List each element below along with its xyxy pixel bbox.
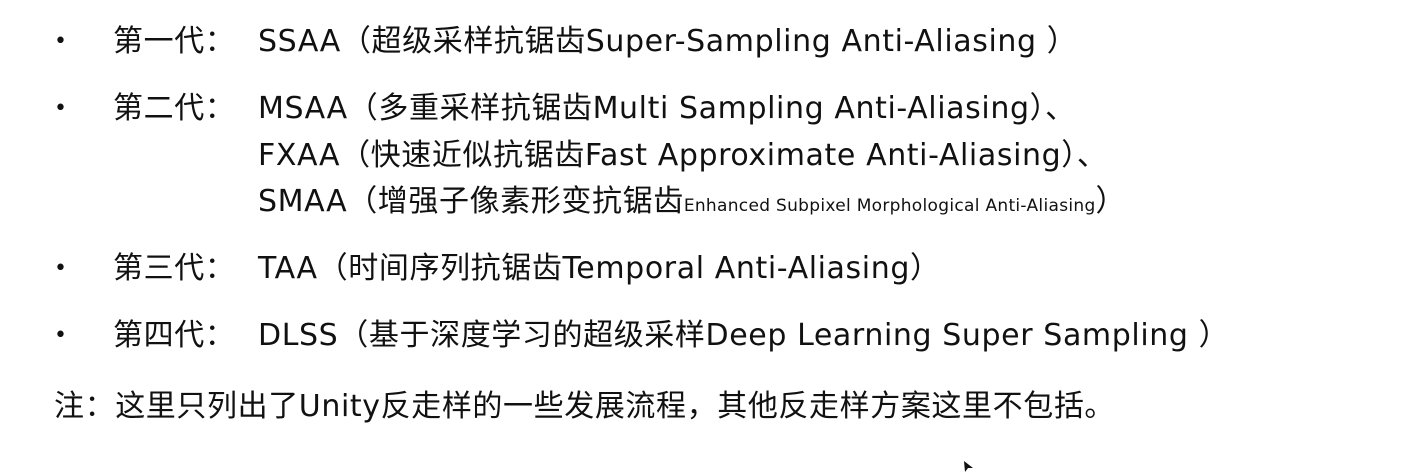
slide-page: • 第一代： SSAA（超级采样抗锯齿Super-Sampling Anti-A… (0, 0, 1407, 472)
gen4-label: 第四代： (113, 318, 236, 353)
bullet-dot: • (54, 29, 67, 54)
gen2-label: 第二代： (113, 91, 236, 126)
list-item-gen1: • 第一代： SSAA（超级采样抗锯齿Super-Sampling Anti-A… (0, 17, 1407, 67)
bullet-dot: • (54, 96, 67, 121)
bullet-dot: • (54, 256, 67, 281)
note-text: 注：这里只列出了Unity反走样的一些发展流程，其他反走样方案这里不包括。 (54, 389, 1116, 424)
gen4-text: DLSS（基于深度学习的超级采样Deep Learning Super Samp… (258, 318, 1230, 353)
gen2-text-fxaa: FXAA（快速近似抗锯齿Fast Approximate Anti-Aliasi… (258, 138, 1108, 173)
smaa-small-text: Enhanced Subpixel Morphological Anti-Ali… (683, 196, 1096, 216)
gen2-text-smaa: SMAA（增强子像素形变抗锯齿Enhanced Subpixel Morphol… (258, 177, 1126, 231)
note-row: 注：这里只列出了Unity反走样的一些发展流程，其他反走样方案这里不包括。 (0, 382, 1407, 432)
list-item-gen4: • 第四代： DLSS（基于深度学习的超级采样Deep Learning Sup… (0, 311, 1407, 361)
list-item-gen3: • 第三代： TAA（时间序列抗锯齿Temporal Anti-Aliasing… (0, 244, 1407, 294)
gen3-label: 第三代： (113, 251, 236, 286)
gen1-text: SSAA（超级采样抗锯齿Super-Sampling Anti-Aliasing… (258, 24, 1078, 59)
list-item-gen2-smaa: SMAA（增强子像素形变抗锯齿Enhanced Subpixel Morphol… (0, 177, 1407, 227)
list-item-gen2: • 第二代： MSAA（多重采样抗锯齿Multi Sampling Anti-A… (0, 84, 1407, 134)
gen3-text: TAA（时间序列抗锯齿Temporal Anti-Aliasing） (258, 251, 941, 286)
gen2-text-msaa: MSAA（多重采样抗锯齿Multi Sampling Anti-Aliasing… (258, 91, 1076, 126)
smaa-end-text: ） (1095, 184, 1127, 219)
list-item-gen2-fxaa: FXAA（快速近似抗锯齿Fast Approximate Anti-Aliasi… (0, 131, 1407, 181)
arrow-cursor-icon (964, 461, 973, 472)
bullet-dot: • (54, 323, 67, 348)
gen1-label: 第一代： (113, 24, 236, 59)
smaa-main-text: SMAA（增强子像素形变抗锯齿 (258, 184, 684, 219)
